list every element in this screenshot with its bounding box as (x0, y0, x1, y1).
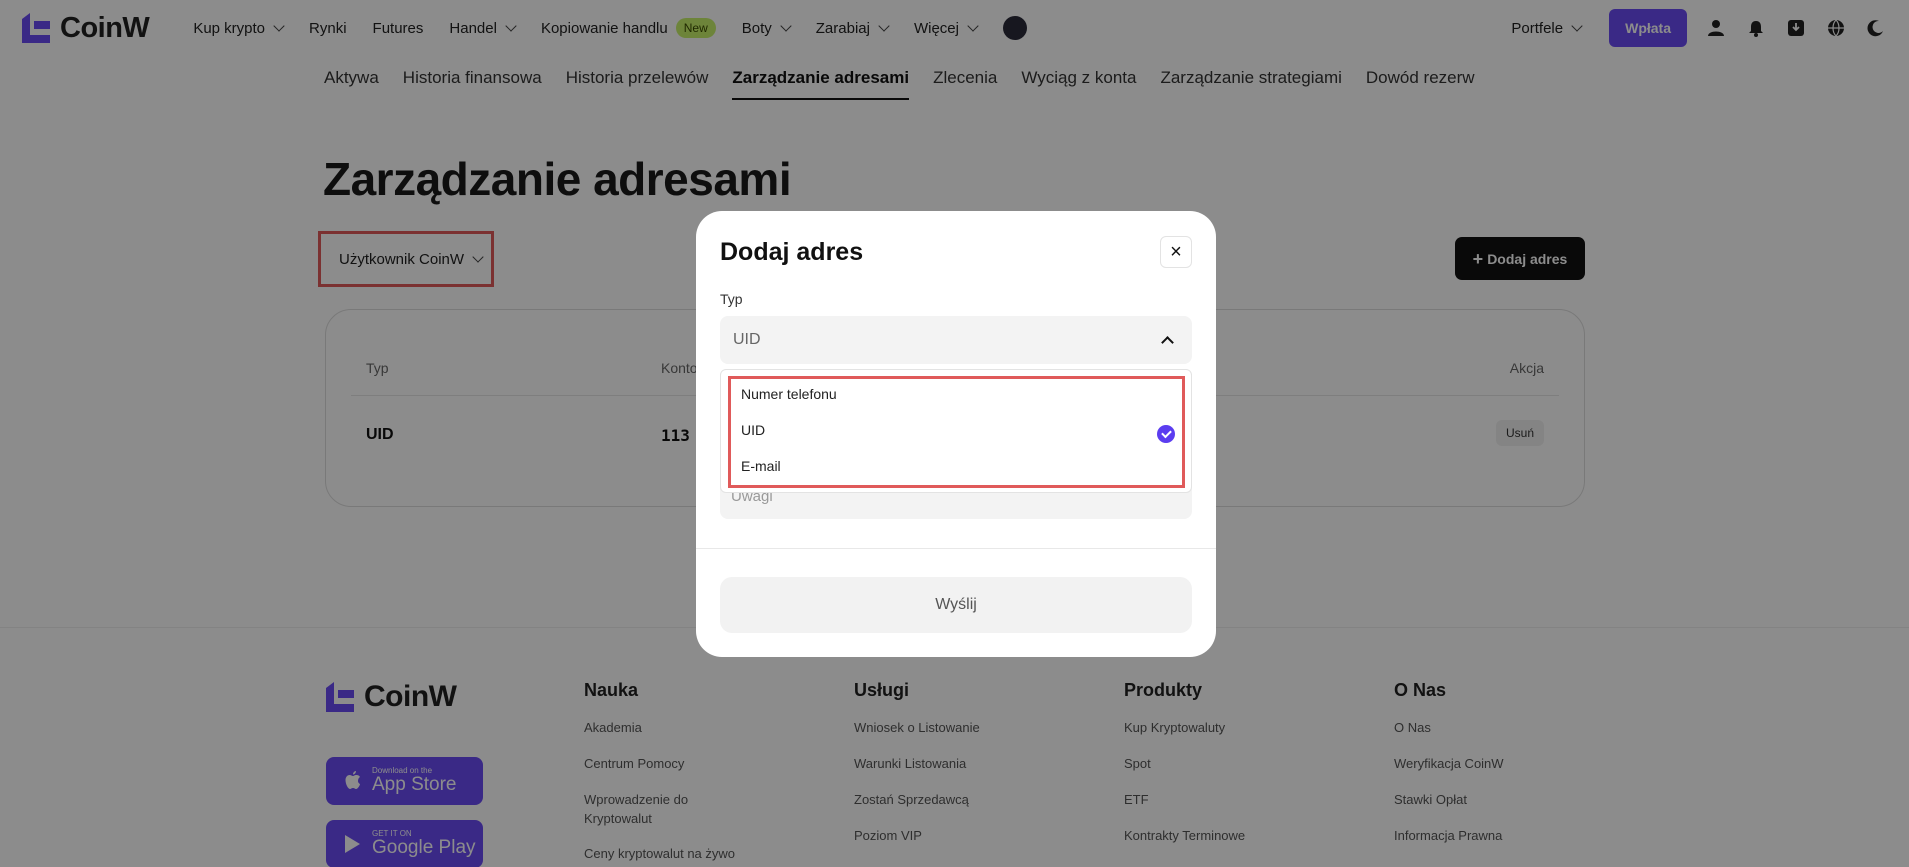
type-select-value: UID (733, 331, 761, 348)
add-address-modal: Dodaj adres × Typ UID Uwagi Numer telefo… (696, 211, 1216, 657)
option-uid[interactable]: UID (741, 422, 765, 438)
type-field-label: Typ (720, 291, 743, 307)
modal-divider (696, 548, 1216, 549)
close-button[interactable]: × (1160, 236, 1192, 268)
type-select[interactable]: UID (720, 316, 1192, 364)
close-icon: × (1170, 240, 1182, 263)
type-dropdown: Numer telefonu UID E-mail (720, 369, 1192, 493)
option-email[interactable]: E-mail (741, 458, 781, 474)
submit-button[interactable]: Wyślij (720, 577, 1192, 633)
check-icon (1157, 425, 1175, 443)
option-numer-telefonu[interactable]: Numer telefonu (741, 386, 837, 402)
chevron-up-icon (1161, 336, 1174, 349)
modal-title: Dodaj adres (720, 238, 864, 266)
